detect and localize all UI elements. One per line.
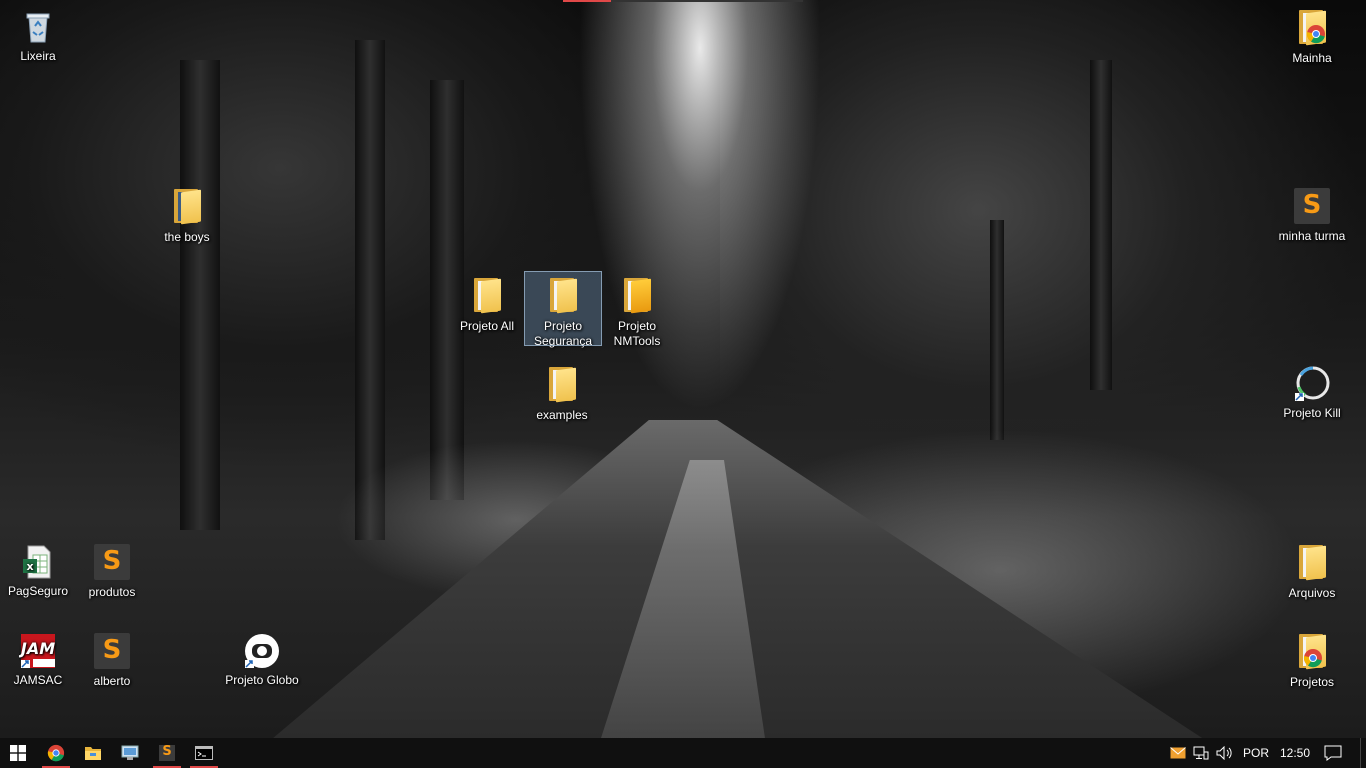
file-explorer-icon [85,747,101,760]
icon-label: PagSeguro [7,584,69,598]
taskbar-remote-desktop-button[interactable] [112,738,148,768]
icon-label: the boys [164,230,210,244]
desktop-icon-projeto-nmtools[interactable]: Projeto NMTools [599,272,675,349]
desktop-wallpaper [0,0,1366,738]
recycle-bin-icon [19,8,57,46]
tray-volume-button[interactable] [1213,738,1237,768]
svg-text:JAM: JAM [19,639,55,658]
action-center-button[interactable] [1318,738,1348,768]
taskbar-command-prompt-button[interactable] [186,738,222,768]
icon-label: Projeto Kill [1283,406,1341,420]
taskbar-sublime-button[interactable]: S [149,738,185,768]
windows-logo-icon [10,745,26,761]
excel-file-icon: x [19,543,57,581]
chrome-folder-icon [1293,634,1331,672]
speaker-icon [1216,746,1232,760]
envelope-icon [1170,747,1186,759]
desktop-icon-mainha[interactable]: Mainha [1274,4,1350,66]
icon-label: Projeto All [459,319,515,333]
taskbar-chrome-button[interactable] [38,738,74,768]
chrome-folder-icon [1293,10,1331,48]
wallpaper-fog [560,0,840,480]
taskbar-file-explorer-button[interactable] [75,738,111,768]
wallpaper-trunk [1090,60,1112,390]
icon-label: Projeto Segurança [533,319,593,348]
folder-icon [468,278,506,316]
chrome-icon [47,744,65,762]
sublime-text-icon [93,544,131,582]
icon-label: Projeto Globo [225,673,299,687]
monitor-icon [121,745,139,760]
desktop-icon-the-boys[interactable]: the boys [149,183,225,245]
desktop-icon-minha-turma[interactable]: minha turma [1274,183,1350,244]
network-icon [1193,746,1209,760]
sublime-text-icon: S [159,744,175,761]
desktop-icon-projetos[interactable]: Projetos [1274,628,1350,690]
desktop-icon-produtos[interactable]: produtos [74,539,150,600]
desktop-icon-arquivos[interactable]: Arquivos [1274,539,1350,601]
icon-label: alberto [93,674,131,688]
desktop-icon-projeto-globo[interactable]: Projeto Globo [224,628,300,688]
sublime-text-icon [1293,188,1331,226]
icon-label: examples [536,408,588,422]
globo-app-icon [243,632,281,670]
desktop-icon-projeto-kill[interactable]: Projeto Kill [1274,361,1350,421]
wallpaper-trunk [990,220,1004,440]
nmtools-folder-icon [618,278,656,316]
icon-label: produtos [88,585,136,599]
wallpaper-trunk [180,60,220,530]
sublime-text-icon [93,633,131,671]
projeto-kill-app-icon [1293,365,1331,403]
desktop-icon-projeto-seguranca[interactable]: Projeto Segurança [524,271,602,348]
icon-label: minha turma [1278,229,1346,243]
icon-label: Lixeira [20,49,56,63]
desktop-icon-alberto[interactable]: alberto [74,628,150,689]
top-edge-indicator [563,0,803,2]
folder-icon [1293,545,1331,583]
tray-language-indicator[interactable]: POR [1243,738,1269,768]
icon-label: Projeto NMTools [613,319,661,348]
tray-clock[interactable]: 12:50 [1280,738,1310,768]
desktop-icon-lixeira[interactable]: Lixeira [0,4,76,64]
desktop-icon-jamsac[interactable]: JAM JAMSAC [0,628,76,688]
desktop-icon-examples[interactable]: examples [524,361,600,423]
folder-icon [543,367,581,405]
tray-mail-notification[interactable] [1166,738,1190,768]
command-prompt-icon [195,746,213,760]
folder-icon [168,189,206,227]
icon-label: Arquivos [1288,586,1336,600]
icon-label: Projetos [1289,675,1335,689]
svg-text:x: x [26,560,33,573]
taskbar: S POR 12:50 [0,738,1366,768]
desktop-icon-pagseguro[interactable]: x PagSeguro [0,539,76,599]
start-button[interactable] [0,738,36,768]
desktop-icon-projeto-all[interactable]: Projeto All [449,272,525,334]
icon-label: JAMSAC [13,673,63,687]
notification-icon [1324,745,1342,761]
icon-label: Mainha [1292,51,1332,65]
tray-network-button[interactable] [1190,738,1212,768]
show-desktop-button[interactable] [1360,738,1366,768]
jamsac-app-icon: JAM [18,632,57,670]
folder-icon [544,278,582,316]
